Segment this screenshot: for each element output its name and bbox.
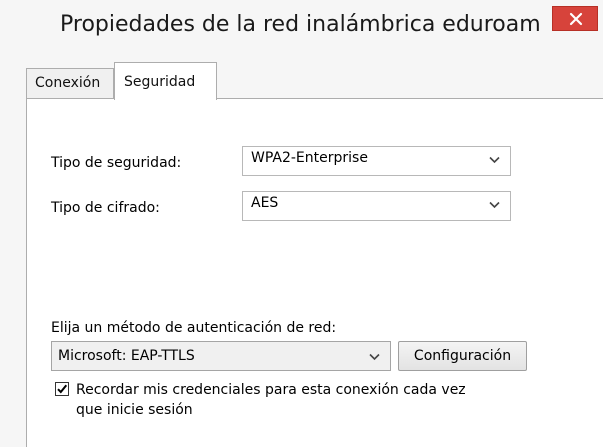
window-title: Propiedades de la red inalámbrica eduroa… [60,12,541,37]
chevron-down-icon [369,353,380,361]
security-type-label: Tipo de seguridad: [51,155,182,171]
configuration-button[interactable]: Configuración [398,341,527,371]
checkmark-icon [57,384,68,394]
auth-method-select[interactable]: Microsoft: EAP-TTLS [51,341,391,371]
close-button[interactable] [552,6,598,31]
tab-conexion-label: Conexión [35,75,101,91]
tab-seguridad[interactable]: Seguridad [114,62,217,100]
cipher-type-label: Tipo de cifrado: [51,200,160,216]
title-bar[interactable]: Propiedades de la red inalámbrica eduroa… [0,0,603,60]
security-type-value: WPA2-Enterprise [251,150,368,166]
close-icon [569,12,583,26]
dialog-window: Propiedades de la red inalámbrica eduroa… [0,0,603,447]
chevron-down-icon [489,201,500,209]
chevron-down-icon [489,156,500,164]
cipher-type-value: AES [251,195,279,211]
auth-method-label: Elija un método de autenticación de red: [51,320,337,336]
remember-credentials-label[interactable]: Recordar mis credenciales para esta cone… [76,380,476,420]
tab-seguridad-label: Seguridad [124,74,196,90]
auth-method-value: Microsoft: EAP-TTLS [58,348,195,364]
remember-credentials-checkbox[interactable] [55,382,69,396]
security-type-select[interactable]: WPA2-Enterprise [242,146,511,176]
tab-conexion[interactable]: Conexión [26,68,114,98]
cipher-type-select[interactable]: AES [242,191,511,221]
